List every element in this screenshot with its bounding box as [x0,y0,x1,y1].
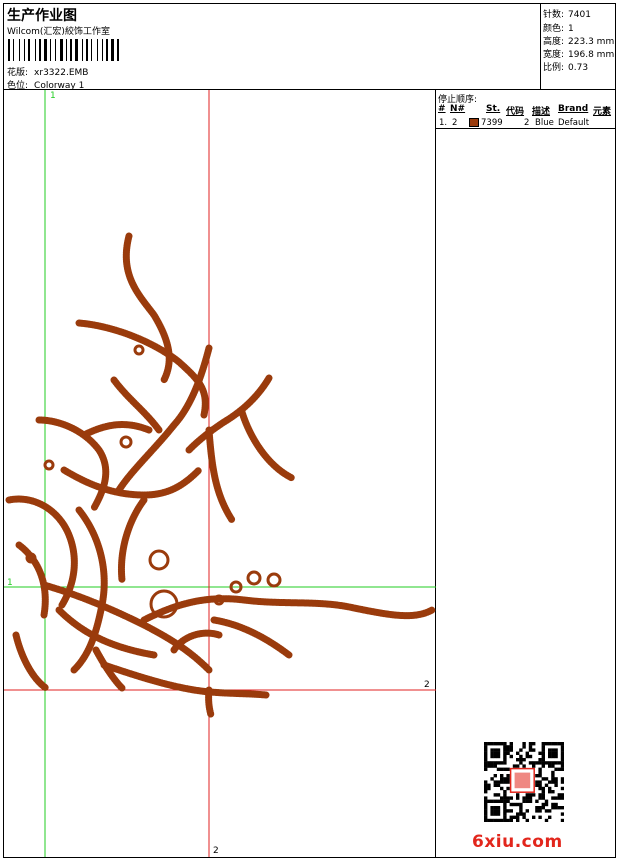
col-description: 描述 [532,107,551,117]
col-code: 代码 [506,107,525,117]
row-code: 7399 [481,118,503,128]
stat-width: 宽度: 196.8 mm [543,50,615,60]
col-brand: Brand [558,104,589,114]
row-n: 2 [452,118,458,128]
embroidery-canvas [4,90,436,857]
header-info: 生产作业图 Wilcom(汇宏)絞饰工作室 花版: xr3322.EMB 色位: C… [4,4,541,91]
row-index: 1. [439,118,448,128]
red-vertical-axis-label: 2 [213,846,219,856]
stop-sequence-table: 停止顺序: # N# St. 代码 描述 Brand 元素 1. 2 7399 … [436,90,615,129]
file-label: 花版: [7,68,29,78]
row-brand: Default [558,118,590,128]
sheet-title: 生产作业图 [7,8,77,24]
green-vertical-axis-label: 1 [50,91,56,101]
stat-height: 高度: 223.3 mm [543,37,615,47]
stop-sequence-panel: 停止顺序: # N# St. 代码 描述 Brand 元素 1. 2 7399 … [436,90,615,857]
col-index: # [438,104,446,114]
watermark-text: 6xiu.com [472,832,563,852]
embroidery-motif [5,232,436,719]
col-stitches: St. [486,104,501,114]
barcode-icon [8,39,119,61]
design-preview: 1 1 2 2 [4,90,436,857]
design-stats: 针数: 7401 颜色: 1 高度: 223.3 mm 宽度: 196.8 mm 比例:… [541,4,615,90]
row-description: Blue [535,118,554,128]
file-name-row: 花版: xr3322.EMB [7,65,88,78]
col-element: 元素 [593,107,612,117]
sheet-subtitle: Wilcom(汇宏)絞饰工作室 [7,27,110,37]
file-value: xr3322.EMB [34,68,89,78]
sheet-header: 生产作业图 Wilcom(汇宏)絞饰工作室 花版: xr3322.EMB 色位: C… [4,4,615,91]
qr-code-icon [484,742,564,822]
red-horizontal-axis-label: 2 [424,680,430,690]
green-horizontal-axis-label: 1 [7,578,13,588]
col-n: N# [450,104,466,114]
row-stitches: 2 [524,118,530,128]
stat-colors: 颜色: 1 [543,24,574,34]
production-sheet: 生产作业图 Wilcom(汇宏)絞饰工作室 花版: xr3322.EMB 色位: C… [3,3,616,858]
stat-stitches: 针数: 7401 [543,10,591,20]
thread-color-swatch [469,118,479,127]
stat-scale: 比例: 0.73 [543,63,589,73]
